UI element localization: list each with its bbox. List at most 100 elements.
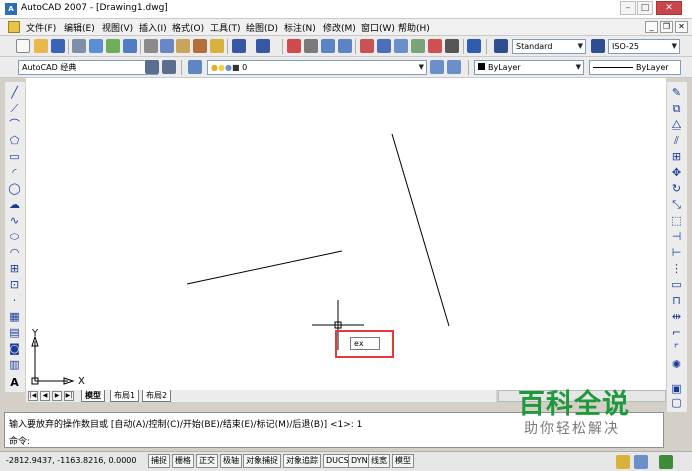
circle-icon[interactable]: ◯ [8,182,21,195]
rotate-icon[interactable]: ↻ [670,182,683,195]
make-block-icon[interactable]: ⊡ [8,278,21,291]
design-center-icon[interactable] [377,39,391,53]
clean-screen-icon[interactable] [659,455,673,469]
copy-icon[interactable] [160,39,174,53]
save-icon[interactable] [51,39,65,53]
dim-style-icon[interactable] [591,39,605,53]
linetype-select[interactable]: ByLayer [589,60,681,75]
line-segment-1[interactable] [186,250,343,285]
tool-palettes-icon[interactable] [394,39,408,53]
sheet-set-icon[interactable] [411,39,425,53]
text-style-icon[interactable] [494,39,508,53]
plot-preview-icon[interactable] [89,39,103,53]
mirror-icon[interactable]: ⧋ [670,118,683,131]
pan-icon[interactable] [287,39,301,53]
dim-style-select[interactable]: ISO-25 ▼ [608,39,680,54]
document-icon[interactable] [8,21,20,33]
menu-draw[interactable]: 绘图(D) [246,21,278,34]
layer-previous-icon[interactable] [447,60,461,74]
menu-tools[interactable]: 工具(T) [210,21,241,34]
polyline-icon[interactable]: ⌒ [8,118,21,131]
open-icon[interactable] [34,39,48,53]
zoom-previous-icon[interactable] [338,39,352,53]
table-icon[interactable]: ▥ [8,358,21,371]
point-icon[interactable]: · [8,294,21,307]
osnap-toggle[interactable]: 对象捕捉 [243,454,281,468]
workspace-select[interactable]: AutoCAD 经典▼ [18,60,158,75]
line-icon[interactable]: ╱ [8,86,21,99]
tab-model[interactable]: 模型 [81,390,105,402]
menu-help[interactable]: 帮助(H) [398,21,430,34]
zoom-window-icon[interactable] [321,39,335,53]
command-prompt[interactable]: 命令: [9,434,30,447]
join-icon[interactable]: ⊓ [670,294,683,307]
lock-toolbar-icon[interactable] [634,455,648,469]
fillet-icon[interactable]: ⌐ [670,326,683,339]
etransmit-icon[interactable] [123,39,137,53]
layout-viewport-icon[interactable]: ▣ [670,382,683,395]
line-segment-2[interactable] [391,133,450,327]
ellipse-icon[interactable]: ⬭ [8,230,21,243]
rectangle-icon[interactable]: ▭ [8,150,21,163]
markup-icon[interactable] [428,39,442,53]
scale-icon[interactable]: ⤡ [670,198,683,211]
menu-edit[interactable]: 编辑(E) [64,21,95,34]
calculator-icon[interactable] [445,39,459,53]
menu-format[interactable]: 格式(O) [172,21,204,34]
undo-icon[interactable] [232,39,246,53]
erase-icon[interactable]: ✎ [670,86,683,99]
maximize-button[interactable]: □ [637,1,653,15]
cut-icon[interactable] [144,39,158,53]
last-tab-button[interactable]: ▶| [64,391,74,401]
block-editor-icon[interactable] [210,39,224,53]
menu-modify[interactable]: 修改(M) [323,21,356,34]
gradient-icon[interactable]: ▤ [8,326,21,339]
doc-close-button[interactable]: ✕ [675,21,688,33]
zoom-realtime-icon[interactable] [304,39,318,53]
lineweight-toggle[interactable]: 线宽 [368,454,390,468]
first-tab-button[interactable]: |◀ [28,391,38,401]
doc-minimize-button[interactable]: _ [645,21,658,33]
save-workspace-icon[interactable] [162,60,176,74]
print-icon[interactable] [72,39,86,53]
snap-toggle[interactable]: 捕捉 [148,454,170,468]
communication-center-icon[interactable] [616,455,630,469]
help-icon[interactable] [467,39,481,53]
make-current-layer-icon[interactable] [430,60,444,74]
properties-icon[interactable] [360,39,374,53]
insert-block-icon[interactable]: ⊞ [8,262,21,275]
paste-icon[interactable] [176,39,190,53]
grid-toggle[interactable]: 栅格 [172,454,194,468]
polygon-icon[interactable]: ⬠ [8,134,21,147]
doc-restore-button[interactable]: ❐ [660,21,673,33]
trim-icon[interactable]: ⊣ [670,230,683,243]
publish-icon[interactable] [106,39,120,53]
offset-icon[interactable]: ⫽ [670,134,683,147]
tab-layout1[interactable]: 布局1 [110,390,140,402]
otrack-toggle[interactable]: 对象追踪 [283,454,321,468]
construction-line-icon[interactable]: ⟋ [8,102,21,115]
revision-cloud-icon[interactable]: ☁ [8,198,21,211]
layer-manager-icon[interactable] [188,60,202,74]
workspace-settings-icon[interactable] [145,60,159,74]
menu-insert[interactable]: 插入(I) [139,21,167,34]
arc-icon[interactable]: ◜ [8,166,21,179]
new-icon[interactable] [16,39,30,53]
prev-tab-button[interactable]: ◀ [40,391,50,401]
menu-dimension[interactable]: 标注(N) [284,21,316,34]
menu-window[interactable]: 窗口(W) [361,21,395,34]
explode-icon[interactable]: ⌜ [670,342,683,355]
extend-icon[interactable]: ⊢ [670,246,683,259]
move-icon[interactable]: ✥ [670,166,683,179]
menu-view[interactable]: 视图(V) [102,21,133,34]
layer-select[interactable]: ●●●■ 0 ▼ [207,60,427,75]
polar-toggle[interactable]: 极轴 [220,454,242,468]
explode-object-icon[interactable]: ✺ [670,358,683,371]
hatch-icon[interactable]: ▦ [8,310,21,323]
menu-file[interactable]: 文件(F) [26,21,56,34]
ellipse-arc-icon[interactable]: ◠ [8,246,21,259]
array-icon[interactable]: ⊞ [670,150,683,163]
minimize-button[interactable]: – [620,1,636,15]
region-icon[interactable]: ◙ [8,342,21,355]
redo-icon[interactable] [256,39,270,53]
